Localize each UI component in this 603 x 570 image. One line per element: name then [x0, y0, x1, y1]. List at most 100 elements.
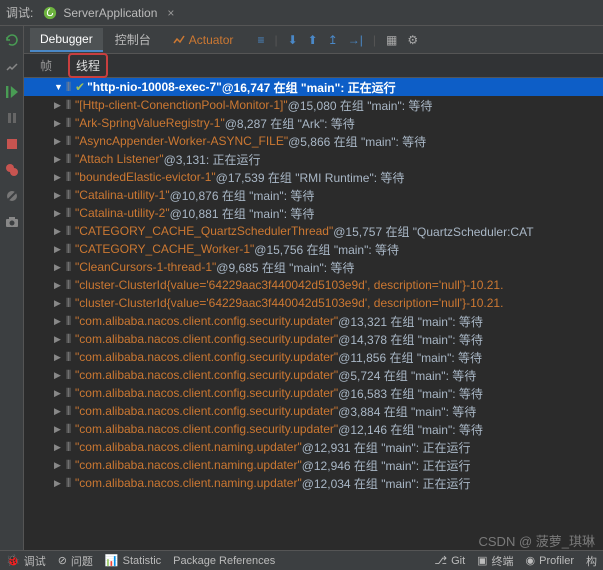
expand-arrow-icon[interactable]: ▶ [54, 334, 64, 345]
show-exec-point-icon[interactable]: ≡ [257, 33, 264, 47]
thread-group-icon: ⫴ [66, 242, 71, 257]
thread-row[interactable]: ▶⫴"boundedElastic-evictor-1"@17,539 在组 "… [24, 168, 603, 186]
run-to-cursor-icon[interactable]: →| [348, 33, 363, 47]
tab-actuator[interactable]: Actuator [163, 29, 244, 51]
thread-group-icon: ⫴ [66, 476, 71, 491]
thread-row[interactable]: ▶⫴"com.alibaba.nacos.client.naming.updat… [24, 456, 603, 474]
thread-row[interactable]: ▶⫴"com.alibaba.nacos.client.config.secur… [24, 312, 603, 330]
thread-row[interactable]: ▶⫴"cluster-ClusterId{value='64229aac3f44… [24, 276, 603, 294]
thread-row[interactable]: ▶⫴"com.alibaba.nacos.client.config.secur… [24, 420, 603, 438]
thread-row[interactable]: ▶⫴"com.alibaba.nacos.client.config.secur… [24, 330, 603, 348]
thread-row[interactable]: ▶⫴"CATEGORY_CACHE_Worker-1"@15,756 在组 "m… [24, 240, 603, 258]
expand-arrow-icon[interactable]: ▶ [54, 388, 64, 399]
expand-arrow-icon[interactable]: ▶ [54, 478, 64, 489]
thread-name: "CATEGORY_CACHE_Worker-1" [75, 242, 254, 256]
expand-arrow-icon[interactable]: ▶ [54, 100, 64, 111]
expand-arrow-icon[interactable]: ▶ [54, 280, 64, 291]
expand-arrow-icon[interactable]: ▶ [54, 442, 64, 453]
thread-row[interactable]: ▶⫴"com.alibaba.nacos.client.config.secur… [24, 348, 603, 366]
expand-arrow-icon[interactable]: ▶ [54, 208, 64, 219]
expand-arrow-icon[interactable]: ▶ [54, 172, 64, 183]
expand-arrow-icon[interactable]: ▶ [54, 262, 64, 273]
expand-arrow-icon[interactable]: ▶ [54, 244, 64, 255]
thread-name: "CleanCursors-1-thread-1" [75, 260, 216, 274]
thread-row[interactable]: ▶⫴"CATEGORY_CACHE_QuartzSchedulerThread"… [24, 222, 603, 240]
thread-row[interactable]: ▶⫴"com.alibaba.nacos.client.config.secur… [24, 402, 603, 420]
expand-arrow-icon[interactable]: ▶ [54, 370, 64, 381]
status-bar: 🐞 调试 ⊘ 问题 📊 Statistic Package References… [0, 550, 603, 570]
expand-arrow-icon[interactable]: ▼ [54, 82, 64, 92]
bottom-profiler[interactable]: ◉ Profiler [526, 554, 574, 567]
expand-arrow-icon[interactable]: ▶ [54, 226, 64, 237]
app-name-text: ServerApplication [63, 6, 157, 20]
thread-name: "com.alibaba.nacos.client.config.securit… [75, 332, 338, 346]
thread-row[interactable]: ▶⫴"Catalina-utility-2"@10,881 在组 "main":… [24, 204, 603, 222]
thread-group-icon: ⫴ [66, 98, 71, 113]
expand-arrow-icon[interactable]: ▶ [54, 118, 64, 129]
thread-row[interactable]: ▶⫴"AsyncAppender-Worker-ASYNC_FILE"@5,86… [24, 132, 603, 150]
sub-tabs: 帧 线程 [24, 54, 603, 78]
sub-tab-frames[interactable]: 帧 [34, 55, 58, 76]
expand-arrow-icon[interactable]: ▶ [54, 298, 64, 309]
pause-icon[interactable] [4, 110, 20, 126]
thread-row[interactable]: ▶⫴"[Http-client-ConenctionPool-Monitor-1… [24, 96, 603, 114]
expand-arrow-icon[interactable]: ▶ [54, 460, 64, 471]
thread-row[interactable]: ▼⫴✔"http-nio-10008-exec-7"@16,747 在组 "ma… [24, 78, 603, 96]
step-into-icon[interactable]: ⬆ [308, 33, 318, 47]
step-out-icon[interactable]: ↥ [328, 33, 338, 47]
camera-icon[interactable] [4, 214, 20, 230]
expand-arrow-icon[interactable]: ▶ [54, 352, 64, 363]
run-config-name[interactable]: ServerApplication × [43, 6, 174, 20]
thread-row[interactable]: ▶⫴"cluster-ClusterId{value='64229aac3f44… [24, 294, 603, 312]
bottom-package-refs[interactable]: Package References [173, 555, 275, 567]
thread-list[interactable]: ▼⫴✔"http-nio-10008-exec-7"@16,747 在组 "ma… [24, 78, 603, 550]
thread-row[interactable]: ▶⫴"Attach Listener"@3,131: 正在运行 [24, 150, 603, 168]
expand-arrow-icon[interactable]: ▶ [54, 316, 64, 327]
tabs-row: Debugger 控制台 Actuator ≡ | ⬇ ⬆ ↥ →| | ▦ ⚙ [24, 26, 603, 54]
expand-arrow-icon[interactable]: ▶ [54, 136, 64, 147]
tab-console[interactable]: 控制台 [105, 27, 161, 52]
thread-status: @12,946 在组 "main": 正在运行 [302, 457, 471, 474]
rerun-icon[interactable] [4, 32, 20, 48]
sub-tab-threads[interactable]: 线程 [68, 53, 108, 78]
bottom-terminal[interactable]: ▣ 终端 [477, 553, 513, 569]
tab-debugger[interactable]: Debugger [30, 28, 103, 52]
thread-name: "boundedElastic-evictor-1" [75, 170, 216, 184]
thread-group-icon: ⫴ [66, 206, 71, 221]
bottom-statistic[interactable]: 📊 Statistic [105, 554, 161, 567]
thread-status: @3,884 在组 "main": 等待 [338, 403, 476, 420]
thread-status: @10,876 在组 "main": 等待 [170, 187, 315, 204]
thread-row[interactable]: ▶⫴"com.alibaba.nacos.client.naming.updat… [24, 438, 603, 456]
expand-arrow-icon[interactable]: ▶ [54, 406, 64, 417]
thread-row[interactable]: ▶⫴"CleanCursors-1-thread-1"@9,685 在组 "ma… [24, 258, 603, 276]
expand-arrow-icon[interactable]: ▶ [54, 424, 64, 435]
thread-row[interactable]: ▶⫴"Ark-SpringValueRegistry-1"@8,287 在组 "… [24, 114, 603, 132]
bottom-debug[interactable]: 🐞 调试 [6, 553, 46, 569]
more-icon[interactable]: ⚙ [407, 33, 418, 47]
bottom-git[interactable]: ⎇ Git [434, 554, 465, 567]
thread-status: @11,856 在组 "main": 等待 [338, 349, 482, 366]
main-row: Debugger 控制台 Actuator ≡ | ⬇ ⬆ ↥ →| | ▦ ⚙… [0, 26, 603, 550]
expand-arrow-icon[interactable]: ▶ [54, 154, 64, 165]
thread-row[interactable]: ▶⫴"Catalina-utility-1"@10,876 在组 "main":… [24, 186, 603, 204]
breakpoints-icon[interactable] [4, 162, 20, 178]
evaluate-icon[interactable]: ▦ [386, 33, 397, 47]
thread-name: "http-nio-10008-exec-7" [87, 80, 222, 94]
close-icon[interactable]: × [167, 6, 174, 20]
bottom-problems[interactable]: ⊘ 问题 [58, 553, 93, 569]
thread-status: @10,881 在组 "main": 等待 [170, 205, 315, 222]
stop-icon[interactable] [4, 136, 20, 152]
bottom-build[interactable]: 构 [586, 553, 597, 569]
thread-row[interactable]: ▶⫴"com.alibaba.nacos.client.config.secur… [24, 384, 603, 402]
thread-row[interactable]: ▶⫴"com.alibaba.nacos.client.naming.updat… [24, 474, 603, 492]
settings-icon[interactable] [4, 58, 20, 74]
thread-status: @8,287 在组 "Ark": 等待 [225, 115, 355, 132]
thread-name: "com.alibaba.nacos.client.config.securit… [75, 368, 338, 382]
thread-group-icon: ⫴ [66, 80, 71, 95]
resume-icon[interactable] [4, 84, 20, 100]
thread-row[interactable]: ▶⫴"com.alibaba.nacos.client.config.secur… [24, 366, 603, 384]
mute-breakpoints-icon[interactable] [4, 188, 20, 204]
thread-group-icon: ⫴ [66, 170, 71, 185]
expand-arrow-icon[interactable]: ▶ [54, 190, 64, 201]
step-over-icon[interactable]: ⬇ [288, 33, 298, 47]
